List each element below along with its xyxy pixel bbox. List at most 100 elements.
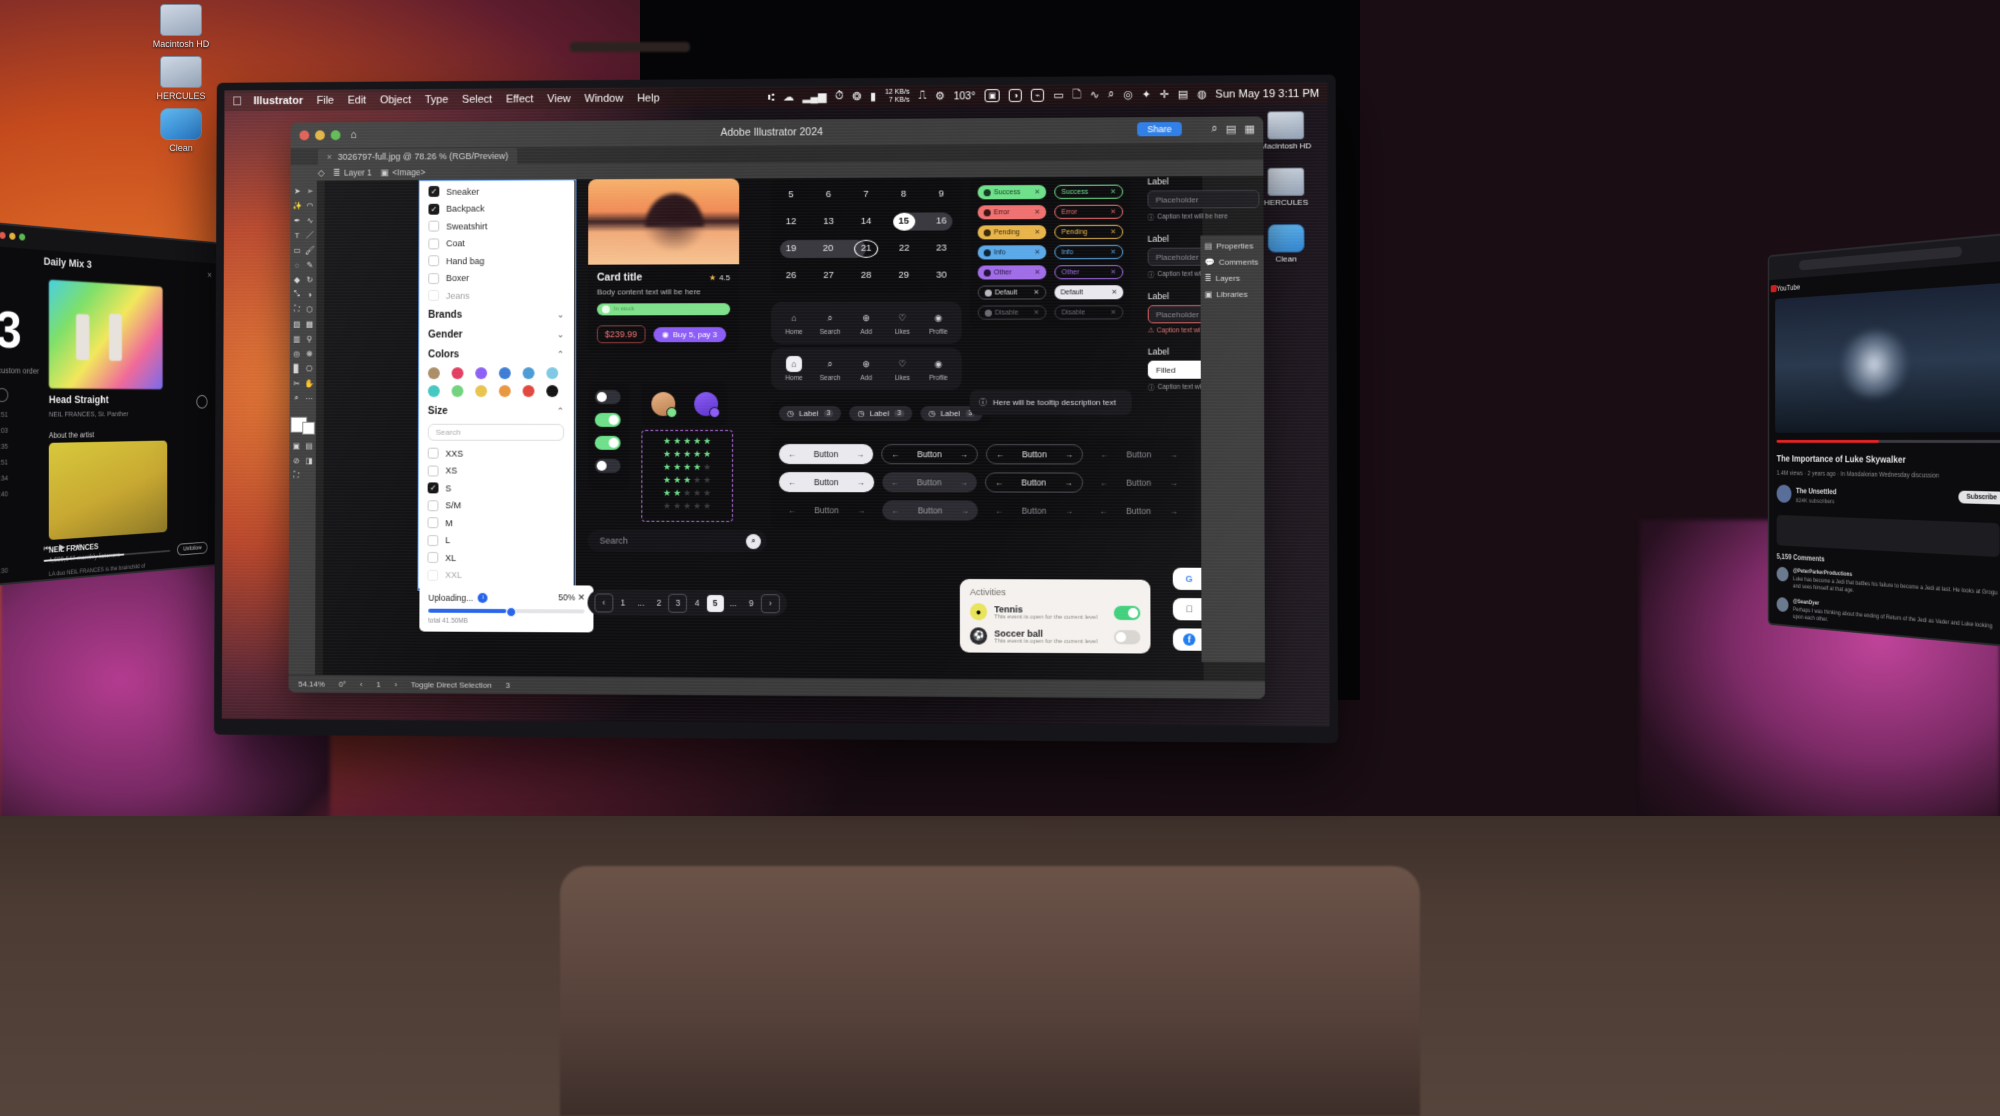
filter-checkbox-sweatshirt[interactable]: Sweatshirt bbox=[428, 220, 564, 232]
size-checkbox-m[interactable]: M bbox=[427, 517, 564, 529]
bottom-nav-bar-active[interactable]: ⌂ Home ⌕ Search ⊕ Add ♡ Likes ◉ Profile bbox=[771, 347, 962, 391]
menu-illustrator[interactable]: Illustrator bbox=[253, 95, 303, 107]
close-icon[interactable]: ✕ bbox=[1110, 188, 1116, 196]
tool-palette[interactable]: ➤ ➢ ✨ ◠ ✒ ∿ T ／ ▭ 🖌 ◌ ✎ ◆ ↻ ⤡ ◑ ⛶ ⬡ ▧ ▩ … bbox=[288, 180, 317, 675]
video-scrubber[interactable] bbox=[1776, 440, 2000, 443]
video-player[interactable] bbox=[1775, 283, 2000, 433]
magic-wand-tool-icon[interactable]: ✨ bbox=[291, 199, 303, 213]
pencil-tool-icon[interactable]: ✎ bbox=[304, 258, 316, 272]
artboard-number[interactable]: 1 bbox=[376, 680, 380, 689]
object-indicator[interactable]: ▣ <Image> bbox=[381, 167, 426, 178]
activities-card[interactable]: Activities ● Tennis This event is open f… bbox=[959, 578, 1151, 654]
illustrator-canvas[interactable]: ✓ Sneaker ✓ Backpack Sweatshirt Coat Han… bbox=[315, 175, 1265, 681]
close-icon[interactable]: ✕ bbox=[1034, 188, 1040, 196]
rotate-tool-icon[interactable]: ↻ bbox=[304, 272, 316, 286]
nav-item-profile[interactable]: ◉ Profile bbox=[921, 356, 955, 382]
checkbox-icon[interactable] bbox=[427, 551, 439, 563]
close-icon[interactable]: ✕ bbox=[1110, 268, 1116, 276]
maximize-icon[interactable] bbox=[19, 233, 26, 241]
calendar-day[interactable]: 14 bbox=[855, 213, 877, 231]
traffic-lights[interactable] bbox=[299, 130, 341, 141]
search-bar[interactable]: Search ⌕ bbox=[587, 529, 767, 553]
status-chip-other-outline[interactable]: Other ✕ bbox=[1054, 265, 1124, 280]
calendar-day[interactable]: 29 bbox=[893, 267, 915, 285]
unfollow-button[interactable]: Unfollow bbox=[177, 541, 208, 556]
size-checkbox-xxl[interactable]: XXL bbox=[427, 569, 563, 581]
panel-libraries[interactable]: ▣ Libraries bbox=[1205, 290, 1260, 299]
color-swatch[interactable] bbox=[498, 385, 511, 398]
star-row[interactable]: ★ ★ ★ ★ ★ bbox=[648, 436, 726, 446]
checkbox-icon[interactable] bbox=[428, 220, 440, 232]
color-swatch[interactable] bbox=[522, 367, 535, 380]
subscribe-button[interactable]: Subscribe bbox=[1958, 490, 2000, 505]
close-icon[interactable]: ✕ bbox=[1110, 248, 1116, 256]
calendar-week[interactable]: 12 13 14 15 16 bbox=[780, 212, 953, 231]
symbol-sprayer-tool-icon[interactable]: ❋ bbox=[303, 347, 315, 361]
screen-mode-icon[interactable]: ⛶ bbox=[290, 468, 302, 482]
airplay-icon[interactable]: ⌁ bbox=[1031, 88, 1045, 102]
filter-checkbox-backpack[interactable]: ✓ Backpack bbox=[428, 203, 564, 215]
stroke-swatch[interactable] bbox=[302, 421, 315, 435]
activity-toggle-on[interactable] bbox=[1113, 605, 1141, 620]
toggle-on[interactable] bbox=[594, 435, 621, 450]
nav-item-likes[interactable]: ♡ Likes bbox=[885, 356, 919, 382]
panel-properties[interactable]: ▤ Properties bbox=[1205, 241, 1260, 250]
illustrator-right-dock[interactable]: ▤ Properties 💬 Comments ≣ Layers ▣ Libraries bbox=[1200, 235, 1265, 663]
avatar[interactable] bbox=[650, 392, 677, 418]
size-search-input[interactable]: Search bbox=[427, 423, 565, 441]
label-chip-row[interactable]: ◷ Label 3 ◷ Label 3 ◷ Label 3 bbox=[770, 399, 992, 428]
checkbox-icon[interactable] bbox=[427, 447, 439, 459]
calendar-day-selected[interactable]: 15 bbox=[892, 212, 915, 231]
calendar-day[interactable]: 16 bbox=[930, 212, 952, 230]
button[interactable]: ← Button → bbox=[882, 500, 978, 521]
star-rating-grid[interactable]: ★ ★ ★ ★ ★ ★ ★ ★ ★ ★ ★ ★ ★ ★ ★ ★ ★ ★ ★ ★ ★ ★ ★ ★ ★ ★ ★ ★ ★ ★ bbox=[641, 429, 734, 522]
filter-section-colors[interactable]: Colors ⌃ bbox=[428, 349, 564, 360]
button[interactable]: ← Button → bbox=[985, 444, 1084, 465]
calendar-day[interactable]: 20 bbox=[817, 240, 839, 258]
activity-row-soccer[interactable]: ⚽ Soccer ball This event is open for the… bbox=[969, 627, 1141, 645]
shape-builder-tool-icon[interactable]: ⬡ bbox=[304, 302, 316, 316]
pagination[interactable]: ‹ 1 ... 2 3 4 5 ... 9 › bbox=[587, 589, 787, 617]
status-chip-pending-outline[interactable]: Pending ✕ bbox=[1054, 224, 1124, 240]
pagination-prev[interactable]: ‹ bbox=[594, 592, 614, 613]
status-chip-info-outline[interactable]: Info ✕ bbox=[1054, 244, 1124, 260]
artboard-tool-icon[interactable]: ⎔ bbox=[303, 361, 315, 375]
menu-object[interactable]: Object bbox=[380, 94, 411, 106]
status-chip-default[interactable]: Default ✕ bbox=[977, 285, 1047, 300]
artboard-nav-icon[interactable]: ‹ bbox=[360, 680, 363, 689]
workspace-switcher-icon[interactable]: ▦ bbox=[1244, 123, 1255, 136]
calendar-day[interactable]: 19 bbox=[780, 240, 802, 258]
calendar-widget[interactable]: 5 6 7 8 9 12 13 14 15 16 19 20 21 22 23 … bbox=[771, 177, 962, 294]
column-graph-tool-icon[interactable]: ▊ bbox=[291, 361, 303, 375]
calendar-day[interactable]: 12 bbox=[780, 213, 802, 231]
close-icon[interactable] bbox=[0, 231, 6, 240]
checkbox-icon[interactable]: ✓ bbox=[427, 482, 439, 494]
size-checkbox-l[interactable]: L bbox=[427, 534, 563, 546]
calendar-day[interactable]: 23 bbox=[930, 240, 952, 258]
avatar[interactable] bbox=[693, 392, 720, 418]
filter-checkbox-boxer[interactable]: Boxer bbox=[428, 272, 564, 284]
checkbox-icon[interactable]: ✓ bbox=[428, 203, 440, 215]
nav-item-likes[interactable]: ♡ Likes bbox=[885, 310, 919, 336]
pagination-page-current[interactable]: 5 bbox=[706, 594, 724, 612]
toggle-off[interactable] bbox=[594, 458, 621, 473]
menu-bar-clock[interactable]: Sun May 19 3:11 PM bbox=[1215, 87, 1319, 100]
stats-icon[interactable]: ⑆ bbox=[768, 91, 774, 103]
search-icon[interactable]: ⌕ bbox=[745, 533, 761, 549]
activity-row-tennis[interactable]: ● Tennis This event is open for the curr… bbox=[969, 603, 1141, 621]
menu-select[interactable]: Select bbox=[462, 93, 492, 105]
button[interactable]: ← Button → bbox=[778, 444, 874, 465]
chevron-down-icon[interactable]: ⌄ bbox=[557, 329, 564, 340]
address-bar[interactable] bbox=[1798, 246, 1962, 271]
next-icon[interactable]: ⏭ bbox=[74, 541, 81, 552]
color-swatch[interactable] bbox=[475, 367, 488, 380]
soundwave-icon[interactable]: ∿ bbox=[1090, 89, 1099, 101]
gradient-mode-icon[interactable]: ▤ bbox=[303, 439, 315, 453]
check-icon[interactable] bbox=[0, 388, 9, 403]
size-checkbox-xxs[interactable]: XXS bbox=[427, 447, 564, 459]
layer-indicator[interactable]: ≣ Layer 1 bbox=[333, 167, 372, 178]
calendar-day-today[interactable]: 21 bbox=[854, 239, 879, 258]
chevron-up-icon[interactable]: ⌃ bbox=[557, 349, 564, 360]
desktop-icon-macintosh-hd[interactable]: Macintosh HD bbox=[138, 4, 224, 49]
calendar-week[interactable]: 5 6 7 8 9 bbox=[780, 185, 952, 204]
